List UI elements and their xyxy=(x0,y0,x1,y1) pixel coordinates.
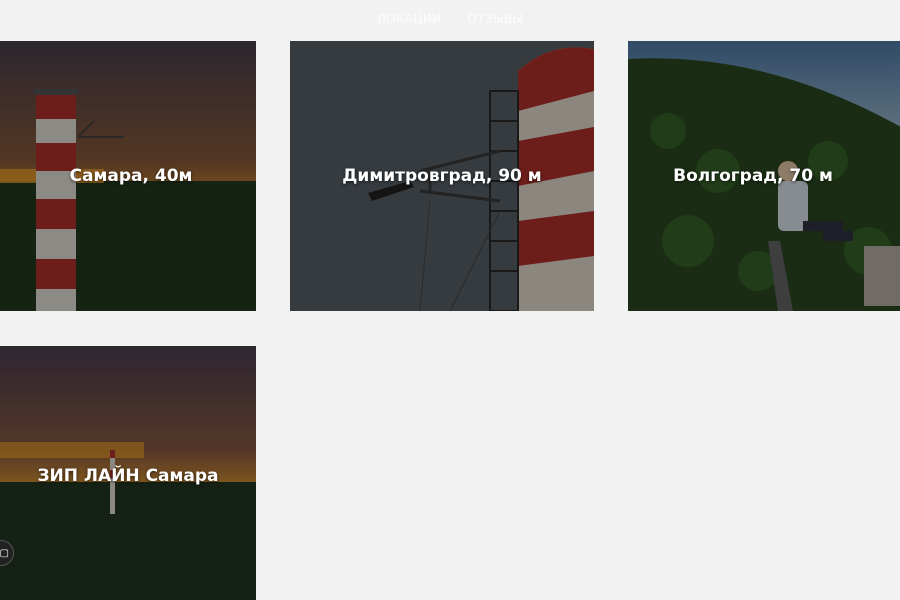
location-card-volgograd[interactable]: Волгоград, 70 м xyxy=(628,41,900,311)
location-card-dimitrovgrad[interactable]: Димитровград, 90 м xyxy=(290,41,594,311)
square-icon: ▢ xyxy=(0,547,9,559)
card-title: ЗИП ЛАЙН Самара xyxy=(37,466,219,486)
card-title: Волгоград, 70 м xyxy=(673,166,833,186)
page: ЛОКАЦИИ ОТЗЫВЫ Самара, 40м Димитровград,… xyxy=(0,0,900,600)
location-card-zipline-samara[interactable]: ЗИП ЛАЙН Самара xyxy=(0,346,256,600)
nav-link-reviews[interactable]: ОТЗЫВЫ xyxy=(467,12,523,26)
card-title: Самара, 40м xyxy=(69,166,193,186)
location-card-samara[interactable]: Самара, 40м xyxy=(0,41,256,311)
top-navigation: ЛОКАЦИИ ОТЗЫВЫ xyxy=(0,12,900,26)
nav-link-locations[interactable]: ЛОКАЦИИ xyxy=(377,12,442,26)
card-title: Димитровград, 90 м xyxy=(342,166,542,186)
